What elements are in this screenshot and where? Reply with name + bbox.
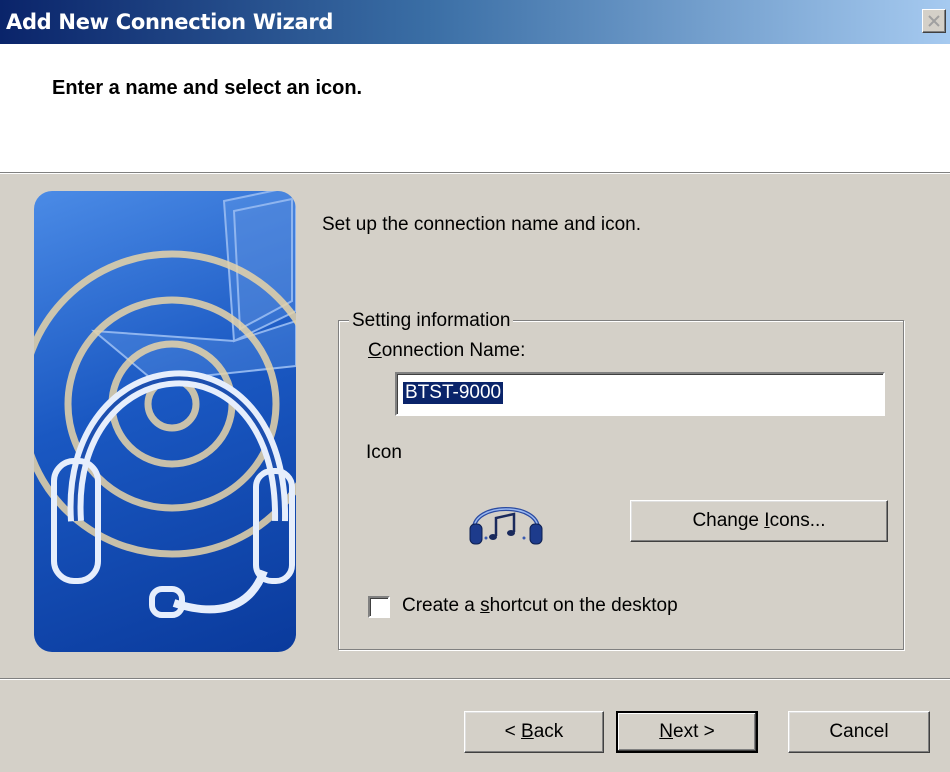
next-button[interactable]: Next >	[616, 711, 758, 753]
connection-icon-preview	[466, 498, 546, 548]
intro-text: Set up the connection name and icon.	[322, 214, 642, 235]
wizard-header: Enter a name and select an icon.	[0, 44, 950, 172]
connection-name-value: BTST-9000	[403, 382, 504, 404]
title-bar[interactable]: Add New Connection Wizard	[0, 0, 950, 44]
headset-waves-illustration	[34, 191, 296, 618]
header-divider	[0, 172, 950, 174]
close-button[interactable]	[922, 9, 946, 33]
icon-label: Icon	[366, 442, 402, 463]
group-legend: Setting information	[349, 310, 514, 332]
window-title: Add New Connection Wizard	[6, 10, 334, 34]
connection-name-input[interactable]: BTST-9000	[395, 372, 885, 416]
close-icon	[928, 15, 940, 27]
page-title: Enter a name and select an icon.	[52, 77, 363, 99]
wizard-image	[34, 191, 296, 652]
cancel-button[interactable]: Cancel	[788, 711, 930, 753]
headset-music-icon	[469, 507, 543, 545]
back-button[interactable]: < Back	[464, 711, 604, 753]
connection-name-label: Connection Name:	[368, 340, 526, 361]
footer-divider	[0, 678, 950, 680]
create-shortcut-label[interactable]: Create a shortcut on the desktop	[402, 595, 678, 617]
change-icons-button[interactable]: Change Icons...	[630, 500, 888, 542]
create-shortcut-checkbox[interactable]	[368, 596, 390, 618]
